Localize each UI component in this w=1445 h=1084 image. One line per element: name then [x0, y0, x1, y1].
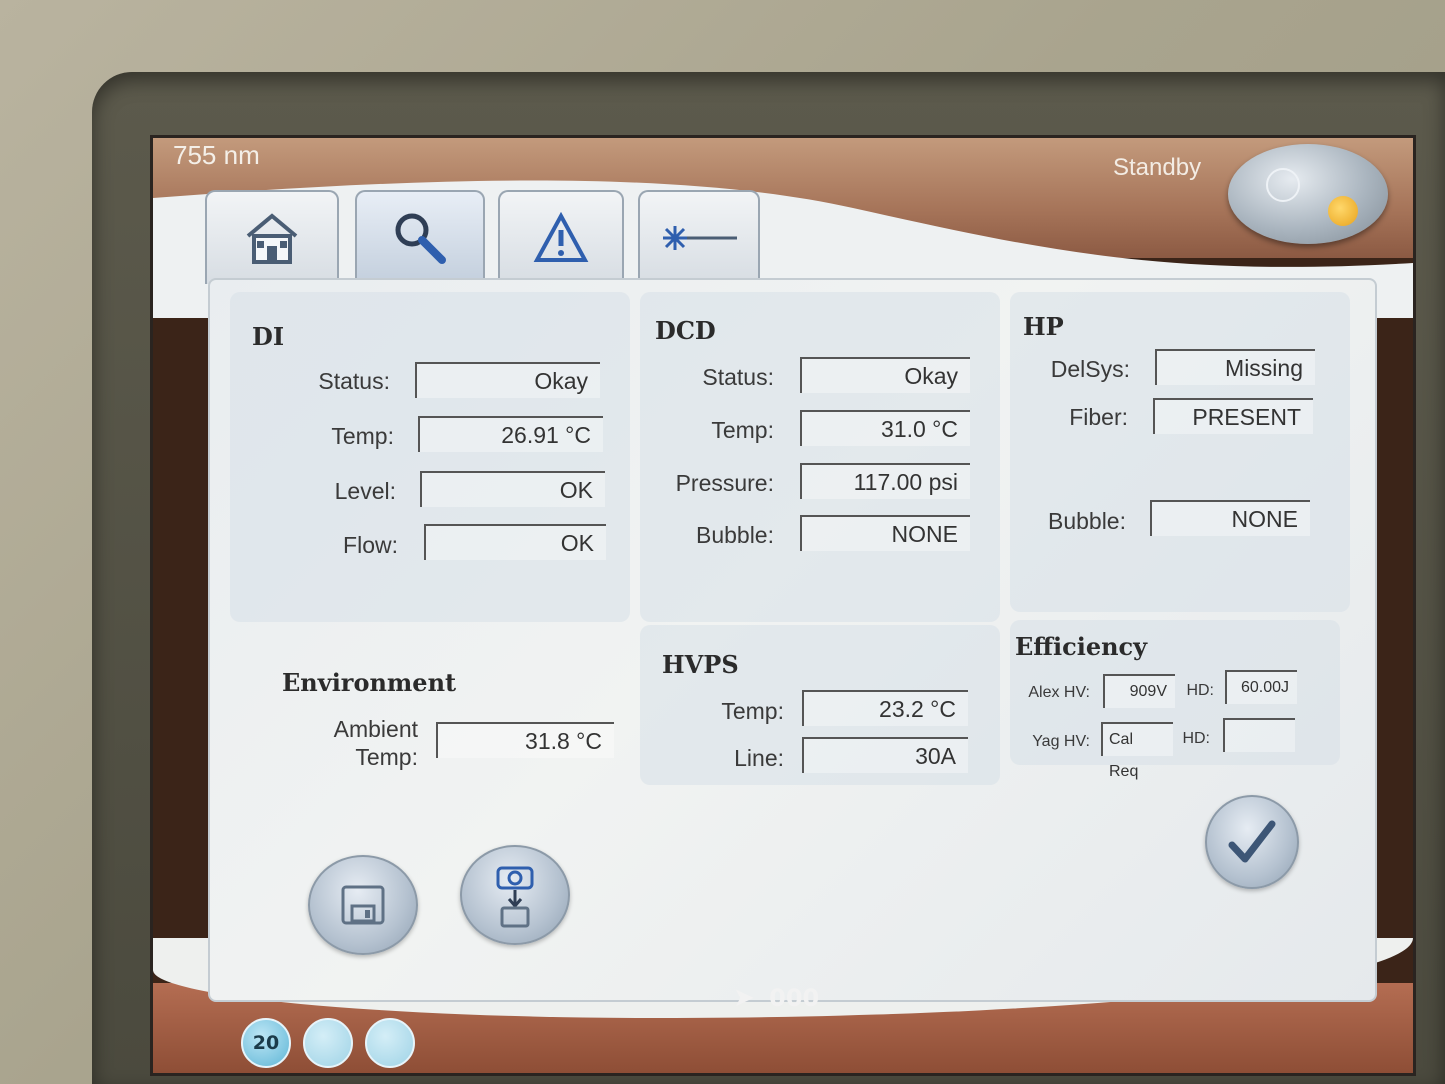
power-ring-icon [1266, 168, 1300, 202]
di-status-label: Status: [318, 368, 390, 394]
hp-fiber-label: Fiber: [1069, 404, 1128, 430]
footer-indicator-text: 000 [769, 984, 820, 1012]
save-button[interactable] [308, 855, 418, 955]
magnifier-icon [395, 213, 446, 264]
hvps-title: HVPS [662, 650, 739, 679]
hp-delsys-label: DelSys: [1050, 356, 1130, 382]
tab-warnings[interactable] [498, 190, 624, 284]
di-section [230, 292, 630, 622]
yag-hd-field [1223, 718, 1295, 752]
dcd-status-label: Status: [702, 364, 774, 390]
yag-hd-label: HD: [1182, 730, 1210, 747]
alex-hv-label: Alex HV: [1028, 684, 1090, 701]
home-icon [246, 213, 298, 264]
hvps-line-field: 30A [802, 737, 968, 773]
alex-hd-field: 60.00J [1225, 670, 1297, 704]
alex-hd-label: HD: [1186, 682, 1214, 699]
mode-status: Standby [1113, 154, 1202, 181]
standby-toggle-button[interactable] [1228, 144, 1388, 244]
tab-laser[interactable] [638, 190, 760, 284]
laser-icon [663, 226, 737, 250]
hp-delsys-field: Missing [1155, 349, 1315, 385]
camera-save-icon [496, 866, 534, 928]
alex-hv-field: 909V [1103, 674, 1175, 708]
dcd-pressure-label: Pressure: [675, 470, 774, 496]
floppy-disk-icon [341, 885, 385, 925]
ambient-temp-field: 31.8 °C [436, 722, 614, 758]
di-level-field: OK [420, 471, 605, 507]
save-snapshot-button[interactable] [460, 845, 570, 945]
footer-indicator: ➤ 000 [733, 983, 853, 1013]
di-status-field: Okay [415, 362, 600, 398]
page-dot-2[interactable] [303, 1018, 353, 1068]
tab-home[interactable] [205, 190, 339, 284]
dcd-status-field: Okay [800, 357, 970, 393]
di-flow-field: OK [424, 524, 606, 560]
di-temp-label: Temp: [331, 423, 394, 449]
handpiece-icon: ➤ [733, 983, 755, 1013]
dcd-bubble-field: NONE [800, 515, 970, 551]
hvps-line-label: Line: [734, 745, 784, 771]
di-level-label: Level: [334, 478, 396, 504]
status-led-icon [1328, 196, 1358, 226]
ambient-label-line1: Ambient [333, 716, 418, 742]
page-dot-3[interactable] [365, 1018, 415, 1068]
hvps-temp-label: Temp: [721, 698, 784, 724]
dcd-bubble-label: Bubble: [695, 522, 774, 548]
diagnostics-panel: DI Status: Okay Temp: 26.91 °C Level: OK… [208, 278, 1377, 1002]
dcd-temp-label: Temp: [711, 417, 774, 443]
hp-bubble-field: NONE [1150, 500, 1310, 536]
warning-icon [533, 212, 589, 262]
dcd-title: DCD [655, 316, 716, 345]
hvps-temp-field: 23.2 °C [802, 690, 968, 726]
tab-diagnostics[interactable] [355, 190, 485, 284]
di-temp-field: 26.91 °C [418, 416, 603, 452]
confirm-button[interactable] [1205, 795, 1299, 889]
hp-fiber-field: PRESENT [1153, 398, 1313, 434]
dcd-pressure-field: 117.00 psi [800, 463, 970, 499]
touch-screen: 755 nm Standby DI Status: Okay Temp: 26.… [150, 135, 1416, 1076]
hp-title: HP [1023, 312, 1064, 341]
page-dot-1[interactable]: 20 [241, 1018, 291, 1068]
environment-title: Environment [282, 668, 457, 697]
dcd-temp-field: 31.0 °C [800, 410, 970, 446]
hp-bubble-label: Bubble: [1047, 508, 1126, 534]
checkmark-icon [1228, 820, 1276, 863]
yag-hv-label: Yag HV: [1032, 733, 1090, 750]
wavelength-readout: 755 nm [173, 140, 260, 170]
efficiency-title: Efficiency [1015, 632, 1148, 661]
di-flow-label: Flow: [343, 532, 398, 558]
yag-hv-field: Cal Req [1101, 722, 1173, 780]
ambient-label-line2: Temp: [355, 744, 418, 770]
di-title: DI [252, 322, 285, 351]
